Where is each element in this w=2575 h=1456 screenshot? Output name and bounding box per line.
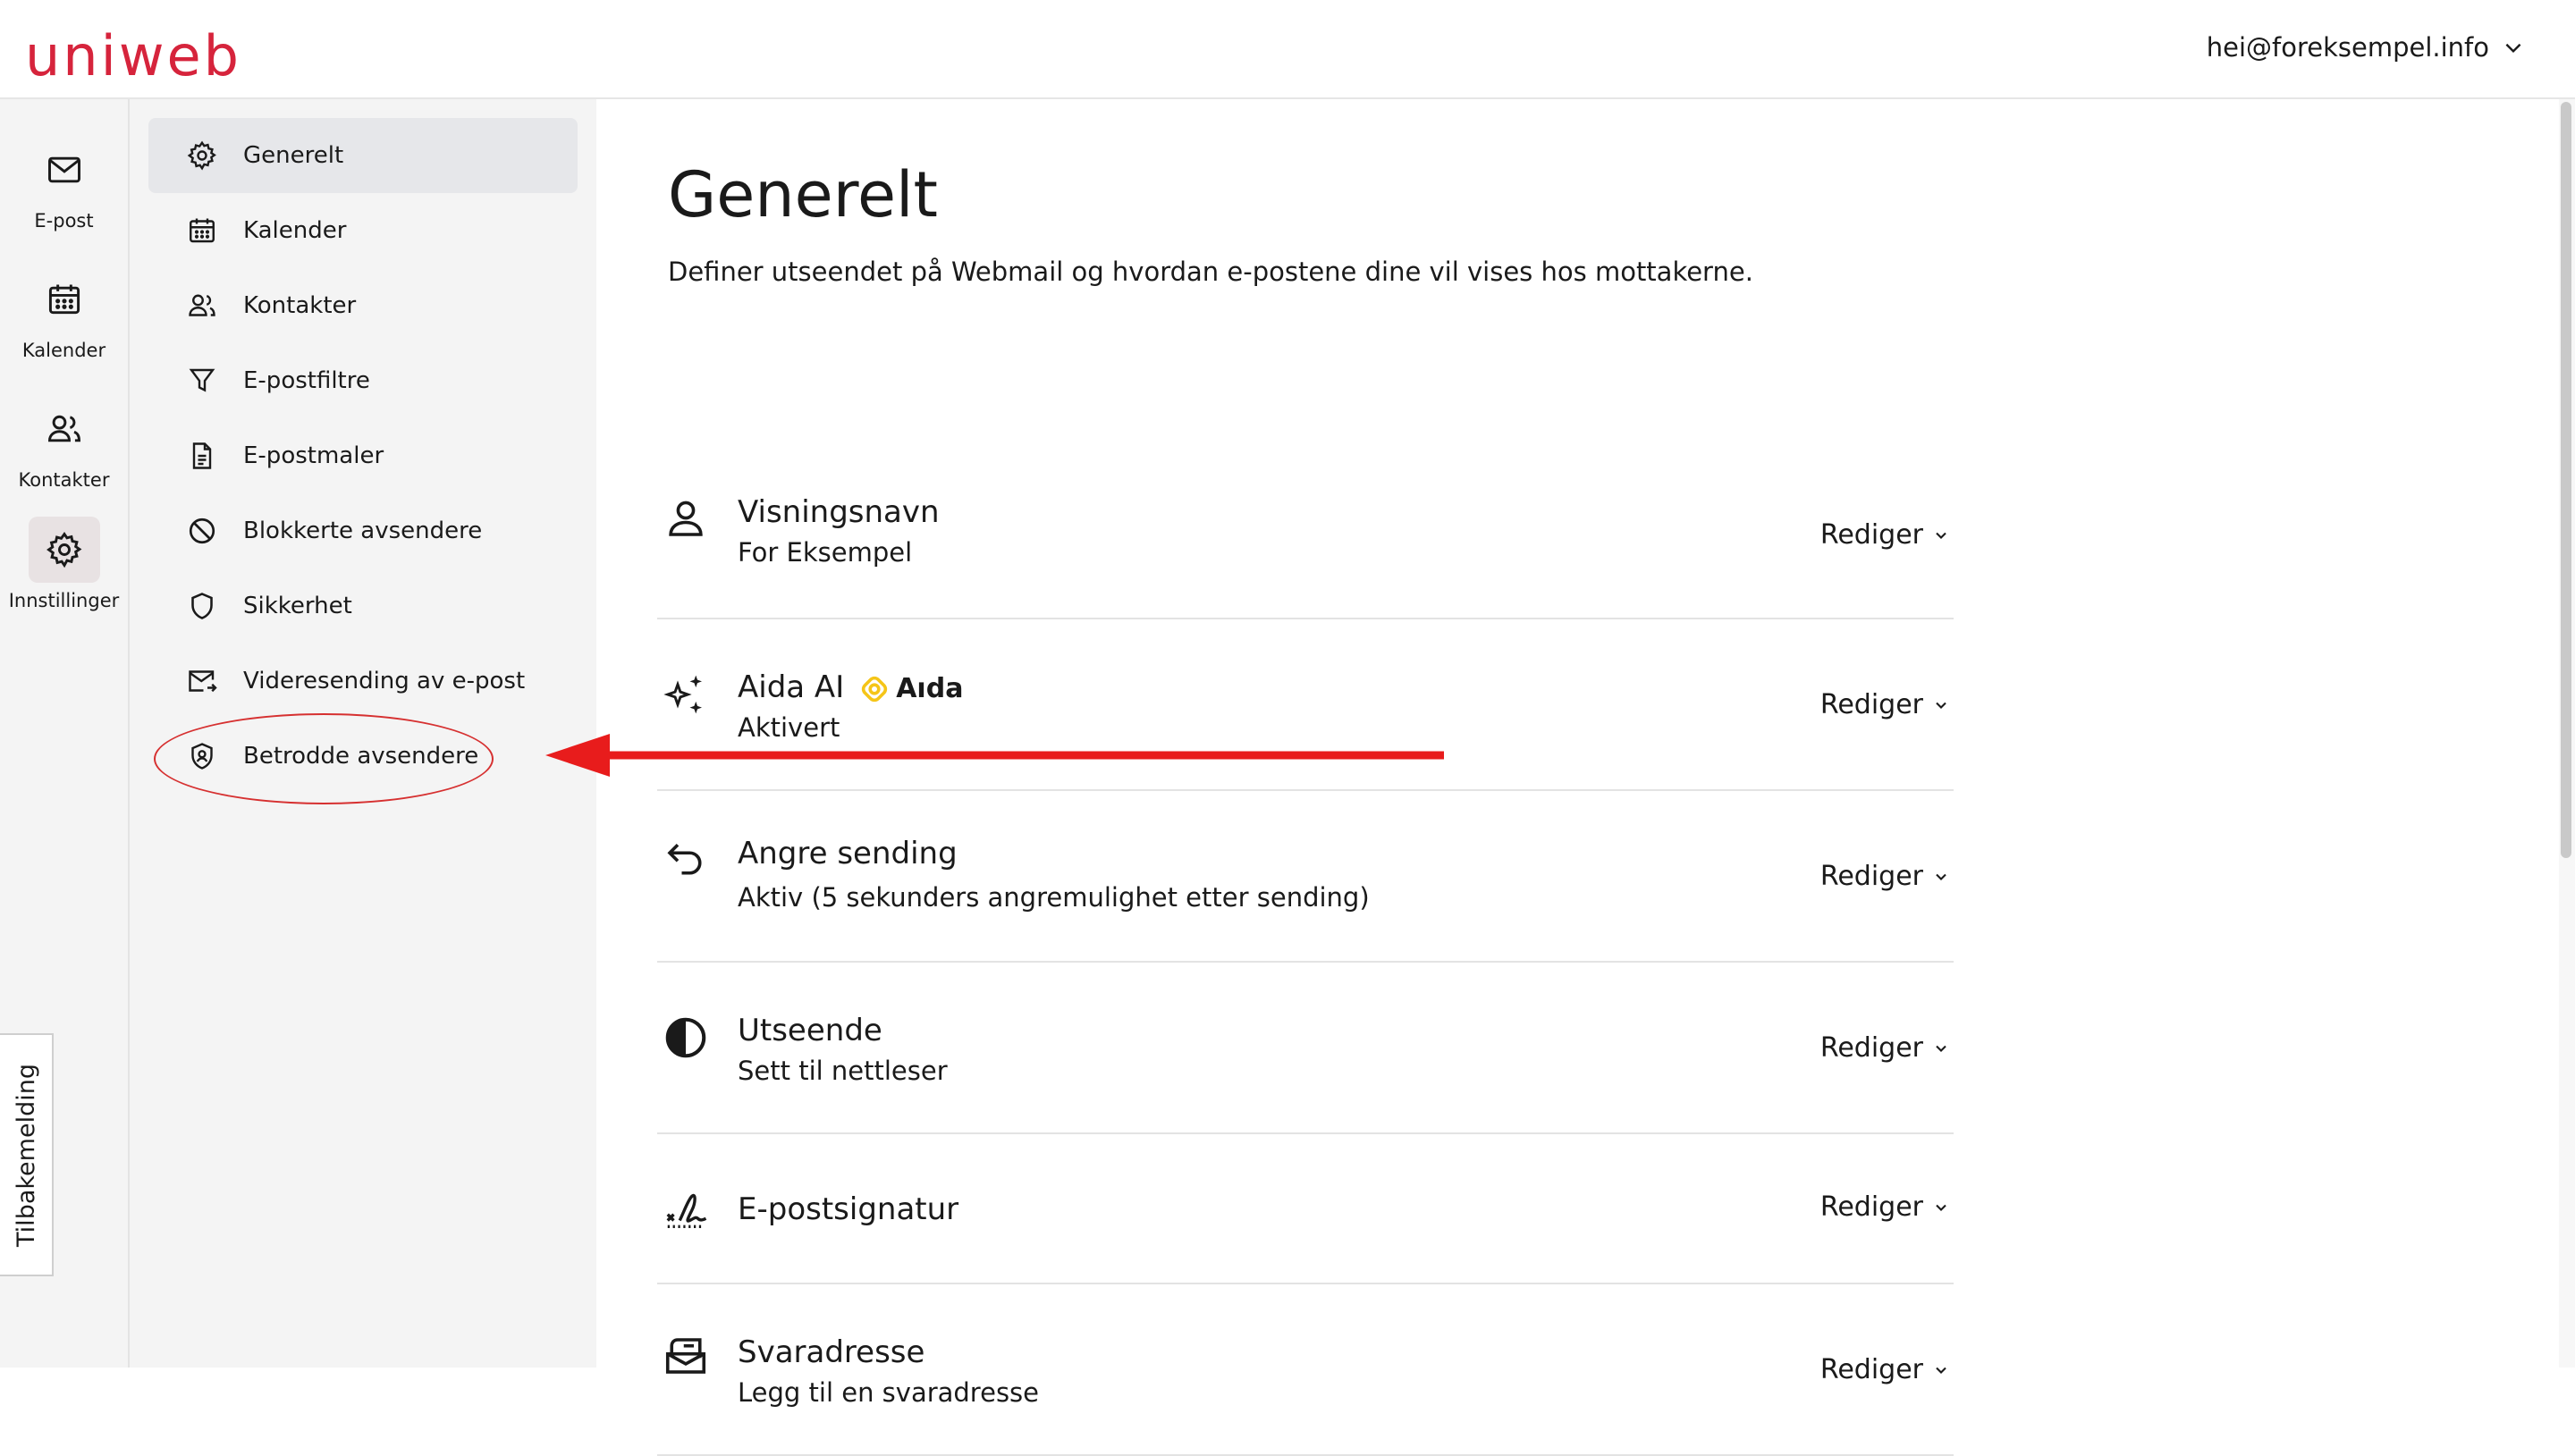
row-title: Visningsnavn: [738, 494, 940, 530]
annotation-oval: [154, 713, 494, 804]
submenu-label: Blokkerte avsendere: [243, 518, 483, 544]
settings-row-display-name: Visningsnavn For Eksempel Rediger: [657, 457, 1954, 619]
page-subtitle: Definer utseendet på Webmail og hvordan …: [668, 257, 1753, 287]
edit-label: Rediger: [1819, 1191, 1923, 1223]
chevron-down-icon: [2505, 43, 2521, 54]
chevron-down-icon: [1936, 1045, 1946, 1052]
aida-logo-icon: [862, 676, 888, 702]
rail-label: E-post: [34, 210, 94, 231]
submenu-label: E-postfiltre: [243, 367, 370, 394]
mailbox-icon: [661, 1331, 711, 1381]
main-content: Generelt Definer utseendet på Webmail og…: [596, 99, 2545, 1456]
submenu-item-email-templates[interactable]: E-postmaler: [148, 418, 578, 493]
edit-button[interactable]: Rediger: [1820, 1354, 1950, 1385]
scrollbar-thumb[interactable]: [2561, 102, 2571, 858]
submenu-item-general[interactable]: Generelt: [148, 118, 578, 193]
chevron-down-icon: [1936, 1367, 1946, 1374]
edit-button[interactable]: Rediger: [1820, 861, 1950, 892]
account-email: hei@foreksempel.info: [2206, 32, 2489, 63]
edit-button[interactable]: Rediger: [1820, 1032, 1950, 1064]
settings-row-appearance: Utseende Sett til nettleser Rediger: [657, 963, 1954, 1134]
edit-label: Rediger: [1819, 861, 1923, 892]
contrast-icon: [661, 1013, 711, 1063]
edit-label: Rediger: [1819, 519, 1923, 551]
settings-row-reply-address: Svaradresse Legg til en svaradresse Redi…: [657, 1284, 1954, 1456]
row-title: Utseende: [738, 1013, 882, 1048]
document-icon: [184, 438, 220, 474]
forward-mail-icon: [184, 663, 220, 699]
submenu-label: E-postmaler: [243, 442, 384, 469]
row-value: Aktiv (5 sekunders angremulighet etter s…: [738, 882, 1370, 913]
chevron-down-icon: [1936, 702, 1946, 709]
contacts-icon: [29, 396, 100, 462]
chevron-down-icon: [1936, 532, 1946, 539]
feedback-label: Tilbakemelding: [12, 1063, 40, 1247]
edit-button[interactable]: Rediger: [1820, 689, 1950, 720]
edit-label: Rediger: [1819, 1032, 1923, 1064]
account-menu[interactable]: hei@foreksempel.info: [2207, 32, 2525, 63]
submenu-label: Sikkerhet: [243, 593, 352, 619]
shield-icon: [184, 588, 220, 624]
row-title: Aida AI Aıda: [738, 669, 963, 705]
chevron-down-icon: [1936, 873, 1946, 880]
submenu-item-email-filters[interactable]: E-postfiltre: [148, 343, 578, 418]
row-value: Aktivert: [738, 712, 840, 743]
aida-badge-text: Aıda: [896, 673, 964, 704]
submenu-label: Generelt: [243, 142, 344, 169]
feedback-tab[interactable]: Tilbakemelding: [0, 1033, 54, 1276]
rail-item-email[interactable]: E-post: [0, 137, 128, 231]
person-icon: [661, 493, 711, 543]
top-bar: uniweb hei@foreksempel.info: [0, 0, 2575, 99]
edit-button[interactable]: Rediger: [1820, 519, 1950, 551]
submenu-item-email-forwarding[interactable]: Videresending av e-post: [148, 644, 578, 719]
submenu-label: Kontakter: [243, 292, 357, 319]
submenu-item-security[interactable]: Sikkerhet: [148, 568, 578, 644]
settings-row-email-signature: E-postsignatur Rediger: [657, 1134, 1954, 1284]
page-title: Generelt: [668, 158, 938, 231]
row-value: Sett til nettleser: [738, 1056, 948, 1086]
rail-item-contacts[interactable]: Kontakter: [0, 396, 128, 491]
row-title-text: Aida AI: [738, 669, 845, 705]
settings-row-undo-send: Angre sending Aktiv (5 sekunders angremu…: [657, 791, 1954, 963]
rail-label: Innstillinger: [8, 590, 120, 611]
gear-icon: [28, 517, 100, 583]
edit-label: Rediger: [1819, 1354, 1923, 1385]
submenu-item-blocked-senders[interactable]: Blokkerte avsendere: [148, 493, 578, 568]
rail-item-calendar[interactable]: Kalender: [0, 266, 128, 361]
rail-label: Kontakter: [18, 469, 110, 491]
row-value: Legg til en svaradresse: [738, 1377, 1039, 1408]
settings-row-aida-ai: Aida AI Aıda Aktivert Rediger: [657, 619, 1954, 791]
contacts-icon: [184, 288, 220, 324]
edit-label: Rediger: [1819, 689, 1923, 720]
signature-icon: [661, 1183, 711, 1233]
submenu-item-contacts[interactable]: Kontakter: [148, 268, 578, 343]
filter-icon: [184, 363, 220, 399]
rail-label: Kalender: [21, 340, 106, 361]
block-icon: [184, 513, 220, 549]
submenu-label: Kalender: [243, 217, 347, 244]
sparkles-icon: [661, 669, 711, 720]
row-title: E-postsignatur: [738, 1191, 959, 1227]
submenu-label: Videresending av e-post: [243, 668, 526, 694]
row-title: Svaradresse: [738, 1334, 925, 1370]
mail-icon: [29, 137, 100, 203]
rail-item-settings[interactable]: Innstillinger: [0, 517, 128, 611]
uniweb-logo[interactable]: uniweb: [25, 23, 241, 88]
aida-badge: Aıda: [858, 673, 963, 705]
gear-icon: [184, 138, 220, 173]
chevron-down-icon: [1936, 1204, 1946, 1211]
submenu-item-calendar[interactable]: Kalender: [148, 193, 578, 268]
calendar-icon: [29, 266, 100, 332]
row-title: Angre sending: [738, 836, 958, 871]
calendar-icon: [184, 213, 220, 248]
edit-button[interactable]: Rediger: [1820, 1191, 1950, 1223]
row-value: For Eksempel: [738, 537, 913, 568]
undo-icon: [661, 834, 711, 884]
